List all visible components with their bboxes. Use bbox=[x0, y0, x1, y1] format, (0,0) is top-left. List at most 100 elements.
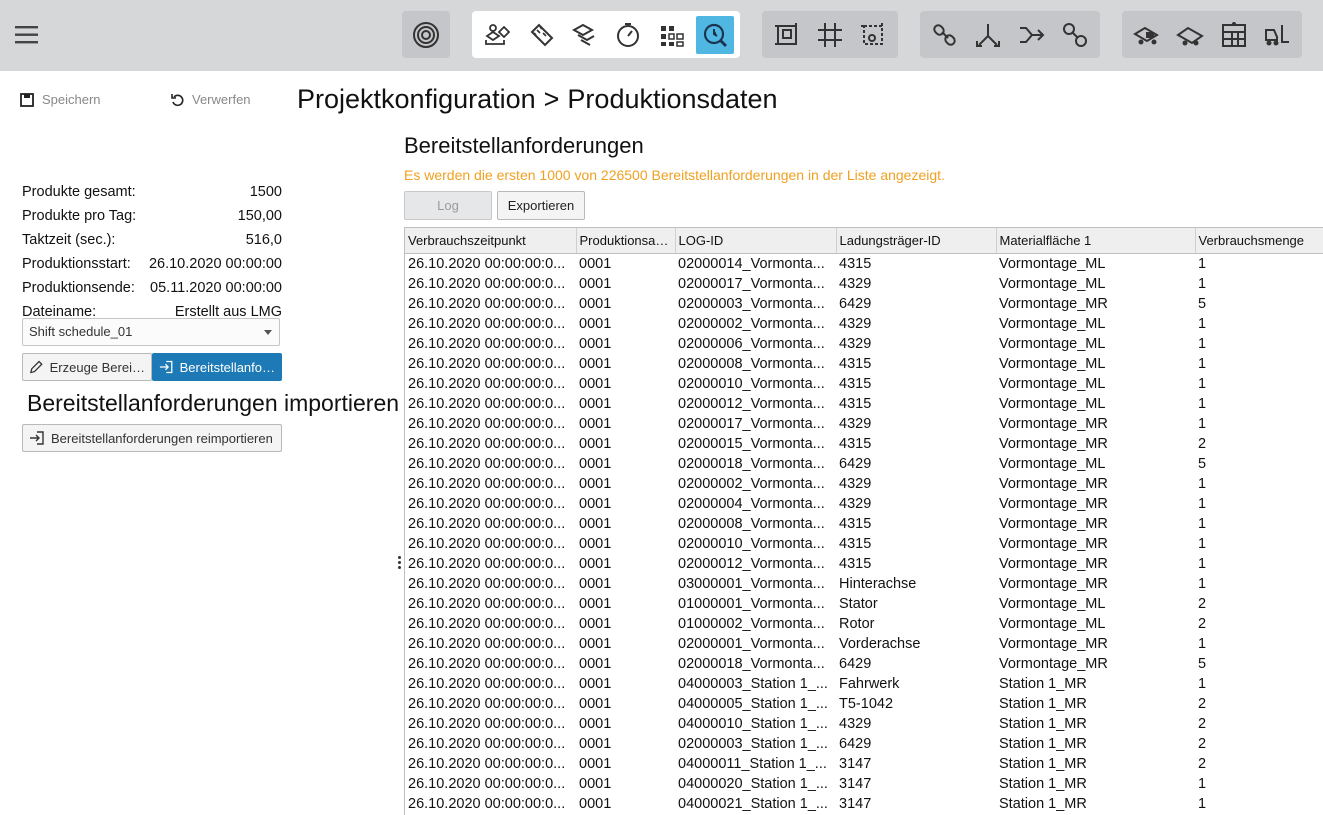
schedule-search-icon[interactable] bbox=[696, 15, 735, 54]
reimport-button[interactable]: Bereitstellanforderungen reimportieren bbox=[22, 424, 282, 452]
toolbar-group-4 bbox=[920, 11, 1100, 58]
table-row[interactable]: 26.10.2020 00:00:00:0... 0001 02000017_Vor… bbox=[405, 414, 1323, 434]
table-cell: 1 bbox=[1198, 796, 1207, 812]
table-cell: 2 bbox=[1198, 736, 1207, 752]
table-cell: Fahrwerk bbox=[839, 676, 900, 692]
table-cell: 26.10.2020 00:00:00:0... bbox=[408, 436, 566, 452]
table-row[interactable]: 26.10.2020 00:00:00:0... 0001 04000011_Sta… bbox=[405, 754, 1323, 774]
save-button[interactable]: Speichern bbox=[20, 92, 101, 107]
discard-button[interactable]: Verwerfen bbox=[170, 92, 251, 107]
table-row[interactable]: 26.10.2020 00:00:00:0... 0001 04000005_Sta… bbox=[405, 694, 1323, 714]
table-row[interactable]: 26.10.2020 00:00:00:0... 0001 01000002_Vor… bbox=[405, 614, 1323, 634]
table-cell: 26.10.2020 00:00:00:0... bbox=[408, 556, 566, 572]
column-header[interactable]: Verbrauchszeitpunkt bbox=[405, 228, 577, 254]
merge-icon[interactable] bbox=[1013, 16, 1051, 54]
table-row[interactable]: 26.10.2020 00:00:00:0... 0001 02000014_Vor… bbox=[405, 254, 1323, 275]
link-icon[interactable] bbox=[1057, 16, 1095, 54]
column-header[interactable]: Produktionsau... bbox=[576, 228, 676, 254]
log-button[interactable]: Log bbox=[404, 191, 492, 220]
table-cell: 01000002_Vormonta... bbox=[678, 616, 825, 632]
table-row[interactable]: 26.10.2020 00:00:00:0... 0001 02000008_Vor… bbox=[405, 354, 1323, 374]
area-icon[interactable] bbox=[855, 16, 892, 54]
table-row[interactable]: 26.10.2020 00:00:00:0... 0001 02000010_Vor… bbox=[405, 534, 1323, 554]
table-cell: T5-1042 bbox=[839, 696, 894, 712]
import-icon bbox=[30, 431, 44, 445]
table-row[interactable]: 26.10.2020 00:00:00:0... 0001 02000018_Vor… bbox=[405, 454, 1323, 474]
resize-handle[interactable] bbox=[398, 556, 402, 576]
table-cell: 02000003_Vormonta... bbox=[678, 296, 825, 312]
table-row[interactable]: 26.10.2020 00:00:00:0... 0001 01000001_Vor… bbox=[405, 594, 1323, 614]
table-cell: 02000010_Vormonta... bbox=[678, 376, 825, 392]
shelf-icon[interactable] bbox=[1215, 16, 1253, 54]
frame-icon[interactable] bbox=[768, 16, 805, 54]
stopwatch-icon[interactable] bbox=[609, 16, 647, 54]
table-cell: Vormontage_MR bbox=[999, 556, 1108, 572]
table-cell: Vormontage_MR bbox=[999, 636, 1108, 652]
hamburger-icon[interactable] bbox=[14, 24, 40, 46]
truck-unloading-icon[interactable] bbox=[1172, 16, 1210, 54]
table-row[interactable]: 26.10.2020 00:00:00:0... 0001 02000010_Vor… bbox=[405, 374, 1323, 394]
ruler-icon[interactable] bbox=[522, 16, 560, 54]
table-row[interactable]: 26.10.2020 00:00:00:0... 0001 02000008_Vor… bbox=[405, 514, 1323, 534]
table-row[interactable]: 26.10.2020 00:00:00:0... 0001 02000004_Vor… bbox=[405, 494, 1323, 514]
table-cell: 5 bbox=[1198, 296, 1207, 312]
table-row[interactable]: 26.10.2020 00:00:00:0... 0001 02000003_Vor… bbox=[405, 294, 1323, 314]
table-row[interactable]: 26.10.2020 00:00:00:0... 0001 04000020_Sta… bbox=[405, 774, 1323, 794]
chain-icon[interactable] bbox=[926, 16, 964, 54]
table-row[interactable]: 26.10.2020 00:00:00:0... 0001 02000001_Vor… bbox=[405, 634, 1323, 654]
column-header[interactable]: LOG-ID bbox=[675, 228, 837, 254]
table-row[interactable]: 26.10.2020 00:00:00:0... 0001 02000002_Vor… bbox=[405, 474, 1323, 494]
table-cell: 6429 bbox=[839, 456, 872, 472]
table-cell: Vormontage_ML bbox=[999, 276, 1106, 292]
table-cell: 0001 bbox=[579, 756, 612, 772]
table-cell: 0001 bbox=[579, 656, 612, 672]
table-row[interactable]: 26.10.2020 00:00:00:0... 0001 02000018_Vor… bbox=[405, 654, 1323, 674]
table-cell: 0001 bbox=[579, 716, 612, 732]
export-button[interactable]: Exportieren bbox=[497, 191, 585, 220]
parts-icon[interactable] bbox=[478, 16, 516, 54]
table-row[interactable]: 26.10.2020 00:00:00:0... 0001 02000017_Vor… bbox=[405, 274, 1323, 294]
table-cell: 3147 bbox=[839, 776, 872, 792]
toolbar-group-2 bbox=[472, 11, 740, 58]
truck-loading-icon[interactable] bbox=[1128, 16, 1166, 54]
table-cell: 0001 bbox=[579, 476, 612, 492]
table-cell: 3147 bbox=[839, 796, 872, 812]
layers-icon[interactable] bbox=[565, 16, 603, 54]
table-cell: 1 bbox=[1198, 676, 1207, 692]
forklift-icon[interactable] bbox=[1259, 16, 1297, 54]
table-row[interactable]: 26.10.2020 00:00:00:0... 0001 02000006_Vor… bbox=[405, 334, 1323, 354]
breadcrumb-parent[interactable]: Projektkonfiguration bbox=[297, 84, 536, 114]
table-row[interactable]: 26.10.2020 00:00:00:0... 0001 04000021_Sta… bbox=[405, 794, 1323, 814]
table-cell: 26.10.2020 00:00:00:0... bbox=[408, 356, 566, 372]
table-row[interactable]: 26.10.2020 00:00:00:0... 0001 02000012_Vor… bbox=[405, 554, 1323, 574]
table-cell: 4315 bbox=[839, 396, 872, 412]
table-row[interactable]: 26.10.2020 00:00:00:0... 0001 02000012_Vor… bbox=[405, 394, 1323, 414]
import-requests-button[interactable]: Bereitstellanfo… bbox=[152, 353, 282, 381]
toolbar-group-1 bbox=[402, 11, 450, 58]
table-cell: Vormontage_ML bbox=[999, 616, 1106, 632]
table-row[interactable]: 26.10.2020 00:00:00:0... 0001 02000002_Vor… bbox=[405, 314, 1323, 334]
radar-icon[interactable] bbox=[408, 16, 444, 54]
column-header[interactable]: Materialfläche 1 bbox=[996, 228, 1196, 254]
column-header[interactable]: Ladungsträger-ID bbox=[836, 228, 997, 254]
table-row[interactable]: 26.10.2020 00:00:00:0... 0001 04000003_Sta… bbox=[405, 674, 1323, 694]
table-row[interactable]: 26.10.2020 00:00:00:0... 0001 03000001_Vor… bbox=[405, 574, 1323, 594]
table-cell: 4329 bbox=[839, 416, 872, 432]
shift-schedule-select[interactable]: Shift schedule_01 bbox=[22, 318, 280, 346]
stat-label: Taktzeit (sec.): bbox=[22, 232, 116, 248]
grid-icon[interactable] bbox=[811, 16, 848, 54]
table-row[interactable]: 26.10.2020 00:00:00:0... 0001 02000015_Vor… bbox=[405, 434, 1323, 454]
shift-schedule-value: Shift schedule_01 bbox=[29, 324, 133, 339]
create-requests-button[interactable]: Erzeuge Berei… bbox=[22, 353, 152, 381]
column-header[interactable]: Verbrauchsmenge bbox=[1195, 228, 1323, 254]
table-cell: 02000018_Vormonta... bbox=[678, 656, 825, 672]
table-cell: 0001 bbox=[579, 456, 612, 472]
matrix-icon[interactable] bbox=[653, 16, 691, 54]
split-icon[interactable] bbox=[970, 16, 1008, 54]
table-cell: 0001 bbox=[579, 696, 612, 712]
table-cell: 04000021_Station 1_... bbox=[678, 796, 828, 812]
table-row[interactable]: 26.10.2020 00:00:00:0... 0001 02000003_Sta… bbox=[405, 734, 1323, 754]
table-cell: 26.10.2020 00:00:00:0... bbox=[408, 256, 566, 272]
discard-label: Verwerfen bbox=[192, 92, 251, 107]
table-row[interactable]: 26.10.2020 00:00:00:0... 0001 04000010_Sta… bbox=[405, 714, 1323, 734]
